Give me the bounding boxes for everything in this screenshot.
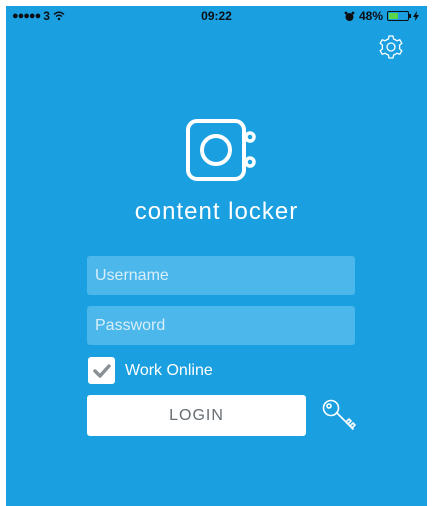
gear-icon[interactable] — [378, 34, 404, 60]
login-screen: ●●●●● 3 09:22 48% content locker Usernam… — [6, 6, 427, 506]
status-right: 48% — [344, 9, 419, 23]
username-input[interactable] — [87, 256, 355, 295]
checkmark-icon — [92, 363, 111, 378]
charging-bolt-icon — [413, 11, 419, 21]
battery-level-fill — [389, 13, 398, 19]
locker-safe-icon — [186, 119, 256, 181]
work-online-toggle[interactable]: Work Online — [88, 357, 213, 384]
key-icon[interactable] — [320, 397, 358, 435]
work-online-checkbox[interactable] — [88, 357, 115, 384]
alarm-clock-icon — [344, 11, 355, 21]
status-bar: ●●●●● 3 09:22 48% — [6, 6, 427, 26]
login-button[interactable]: LOGIN — [87, 395, 306, 436]
battery-percent: 48% — [358, 9, 383, 23]
battery-icon — [387, 11, 411, 21]
brand-name: content locker — [134, 198, 299, 225]
work-online-label: Work Online — [125, 361, 213, 379]
password-input[interactable] — [87, 306, 355, 345]
